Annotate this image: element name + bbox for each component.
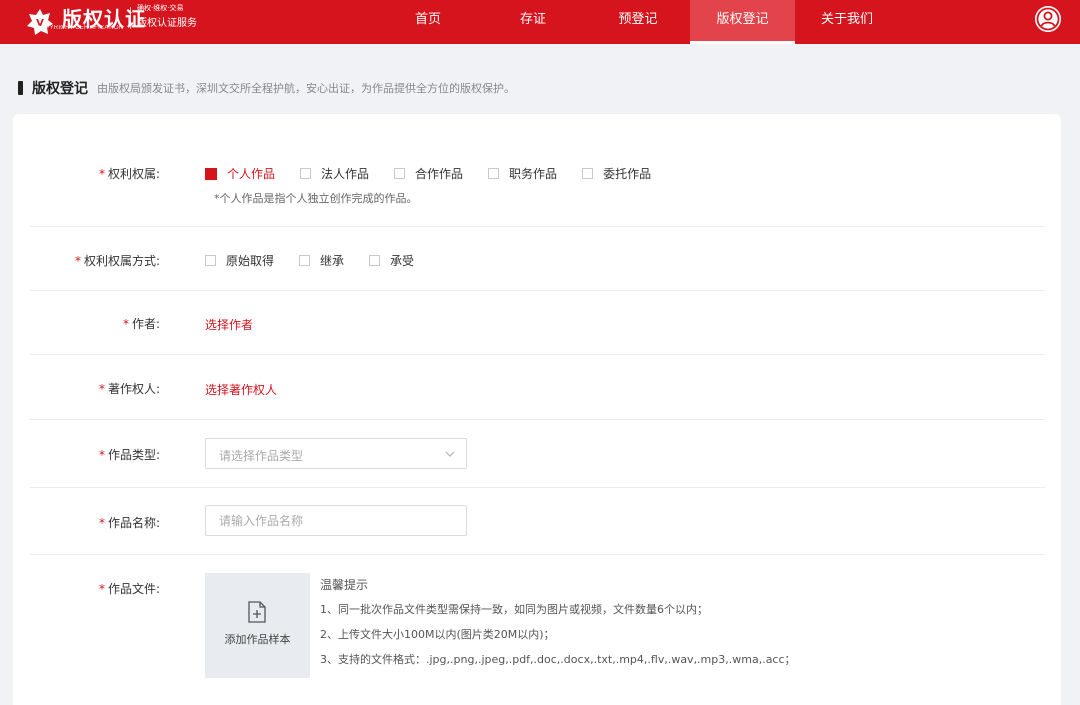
checkbox[interactable] — [299, 255, 311, 266]
upload-label: 添加作品样本 — [224, 633, 291, 646]
tip-line: 2、上传文件大小100M以内(图片类20M以内)； — [320, 628, 555, 641]
nav-item-deposit[interactable]: 存证 — [505, 0, 561, 44]
author-label: * 作者: — [122, 317, 160, 331]
acquisition-option-inherit[interactable]: 继承 — [299, 252, 344, 269]
select-author-link[interactable]: 选择作者 — [205, 316, 253, 333]
ownership-label: * 权利权属: — [98, 167, 160, 181]
add-file-icon — [248, 601, 266, 623]
logo-subtitle: 版权认证服务 — [137, 18, 197, 29]
acquisition-option-assume[interactable]: 承受 — [369, 252, 414, 269]
ownership-option-legal-person[interactable]: 法人作品 — [300, 165, 369, 182]
work-name-input[interactable] — [219, 506, 449, 535]
required-mark: * — [98, 167, 105, 181]
acquisition-option-original[interactable]: 原始取得 — [205, 252, 274, 269]
logo-divider — [130, 7, 131, 29]
logo-english-text: COPYRIGHT CERTIFICATION — [36, 25, 124, 31]
site-logo[interactable]: V 版权认证 — [26, 5, 146, 39]
nav-item-copyright-registration[interactable]: 版权登记 — [690, 0, 795, 44]
ownership-hint: *个人作品是指个人独立创作完成的作品。 — [214, 192, 418, 205]
logo-tagline: 确权·维权·交易 — [137, 4, 184, 12]
tip-line: 3、支持的文件格式：.jpg,.png,.jpeg,.pdf,.doc,.doc… — [320, 653, 796, 666]
form-row-acquisition: * 权利权属方式: 原始取得 继承 承受 — [30, 227, 1045, 291]
chevron-down-icon — [445, 451, 455, 457]
work-type-select[interactable]: 请选择作品类型 — [205, 438, 467, 469]
form-row-author: * 作者: 选择作者 — [30, 291, 1045, 355]
tips-title: 温馨提示 — [320, 578, 369, 592]
acquisition-label: * 权利权属方式: — [74, 254, 160, 268]
checkbox[interactable] — [488, 168, 500, 179]
tip-line: 1、同一批次作品文件类型需保持一致，如同为图片或视频，文件数量6个以内； — [320, 603, 708, 616]
select-copyright-holder-link[interactable]: 选择著作权人 — [205, 381, 277, 398]
checkbox[interactable] — [300, 168, 312, 179]
ownership-option-cooperative[interactable]: 合作作品 — [394, 165, 463, 182]
nav-item-about-us[interactable]: 关于我们 — [812, 0, 882, 44]
checkbox-checked[interactable] — [205, 167, 217, 180]
work-name-label: * 作品名称: — [98, 516, 160, 530]
form-row-work-name: * 作品名称: — [30, 488, 1045, 555]
nav-item-pre-registration[interactable]: 预登记 — [608, 0, 668, 44]
form-row-work-type: * 作品类型: 请选择作品类型 — [30, 420, 1045, 488]
page-title: 版权登记 — [32, 81, 88, 97]
form-row-work-file: * 作品文件: 添加作品样本 温馨提示 1、同一批次作品文件类型需保持一致，如同为… — [30, 555, 1045, 705]
checkbox[interactable] — [582, 168, 594, 179]
logo-icon: V — [27, 9, 53, 35]
page-description: 由版权局颁发证书，深圳文交所全程护航，安心出证，为作品提供全方位的版权保护。 — [97, 82, 515, 95]
acquisition-options: 原始取得 继承 承受 — [205, 252, 439, 269]
ownership-option-commissioned[interactable]: 委托作品 — [582, 165, 651, 182]
form-row-copyright-holder: * 著作权人: 选择著作权人 — [30, 355, 1045, 420]
user-avatar-icon[interactable] — [1035, 6, 1061, 32]
ownership-options: 个人作品 法人作品 合作作品 职务作品 委托作品 — [205, 165, 676, 182]
upload-sample-button[interactable]: 添加作品样本 — [205, 573, 310, 678]
work-type-placeholder: 请选择作品类型 — [219, 449, 304, 463]
copyright-holder-label: * 著作权人: — [98, 382, 160, 396]
ownership-option-service[interactable]: 职务作品 — [488, 165, 557, 182]
form-row-ownership: * 权利权属: 个人作品 法人作品 合作作品 职务作品 委托作品 *个人作品是指… — [30, 114, 1045, 227]
upload-tips: 温馨提示 1、同一批次作品文件类型需保持一致，如同为图片或视频，文件数量6个以内… — [320, 576, 796, 676]
ownership-option-personal[interactable]: 个人作品 — [205, 165, 275, 182]
nav-item-home[interactable]: 首页 — [400, 0, 456, 44]
checkbox[interactable] — [394, 168, 406, 179]
checkbox[interactable] — [369, 255, 381, 266]
registration-form-card: * 权利权属: 个人作品 法人作品 合作作品 职务作品 委托作品 *个人作品是指… — [13, 114, 1061, 705]
heading-accent-bar — [18, 81, 23, 95]
checkbox[interactable] — [205, 255, 216, 266]
work-name-field[interactable] — [205, 505, 467, 536]
work-file-label: * 作品文件: — [98, 582, 160, 596]
page-heading: 版权登记 由版权局颁发证书，深圳文交所全程护航，安心出证，为作品提供全方位的版权… — [18, 79, 515, 97]
work-type-label: * 作品类型: — [98, 448, 160, 462]
top-header: V 版权认证 COPYRIGHT CERTIFICATION 确权·维权·交易 … — [0, 0, 1080, 44]
